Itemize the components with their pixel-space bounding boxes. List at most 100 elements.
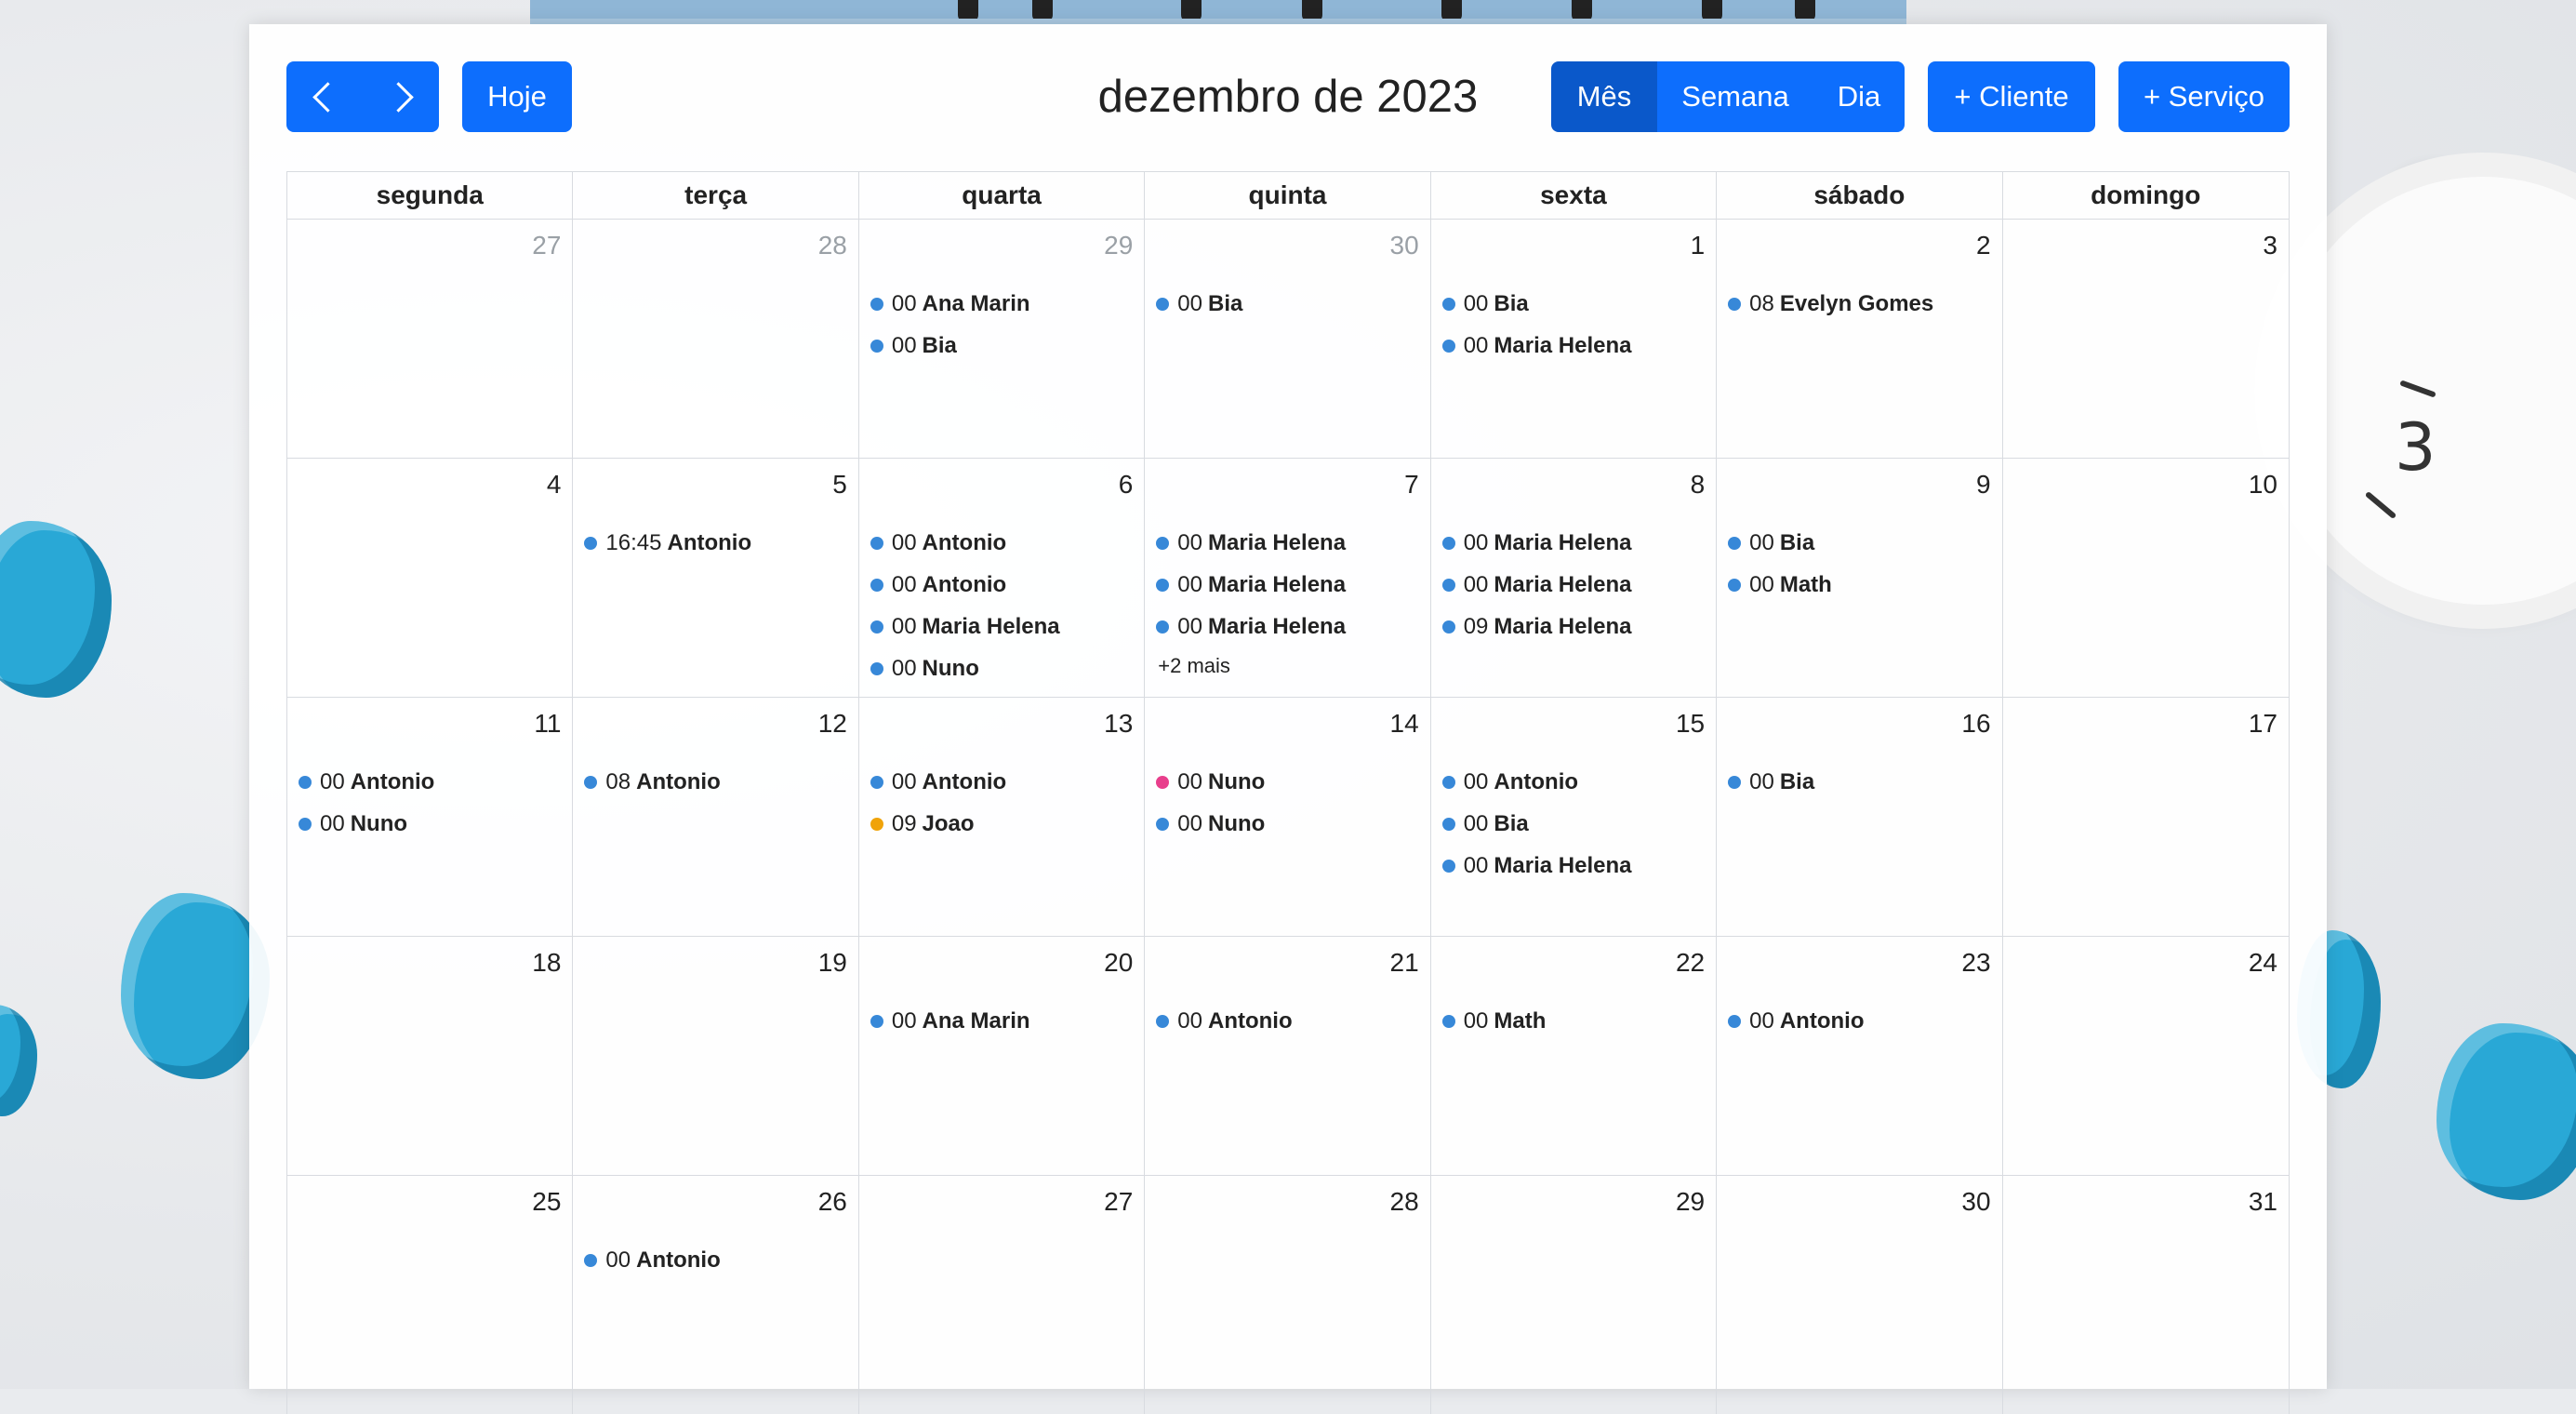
day-cell[interactable]: 28 (573, 220, 859, 458)
day-cell[interactable]: 8 00 Maria Helena 00 Maria Helena 09 Maria Hel… (1431, 459, 1718, 697)
day-cell[interactable]: 5 16:45 Antonio (573, 459, 859, 697)
view-month-button[interactable]: Mês (1551, 61, 1657, 132)
event-item[interactable]: 00 Ana Marin (870, 283, 1138, 325)
day-cell[interactable]: 18 (287, 937, 574, 1175)
day-number[interactable]: 19 (818, 948, 847, 978)
event-item[interactable]: 00 Ana Marin (870, 1000, 1138, 1042)
day-number[interactable]: 28 (1390, 1187, 1419, 1217)
day-number[interactable]: 9 (1976, 470, 1991, 500)
event-item[interactable]: 00 Antonio (299, 761, 566, 803)
event-item[interactable]: 00 Antonio (870, 761, 1138, 803)
event-item[interactable]: 09 Maria Helena (1441, 606, 1710, 647)
day-number[interactable]: 20 (1104, 948, 1133, 978)
event-item[interactable]: 08 Evelyn Gomes (1728, 283, 1996, 325)
day-number[interactable]: 22 (1676, 948, 1705, 978)
view-week-button[interactable]: Semana (1657, 61, 1813, 132)
day-number[interactable]: 24 (2249, 948, 2277, 978)
day-number[interactable]: 7 (1404, 470, 1419, 500)
day-cell[interactable]: 25 (287, 1176, 574, 1414)
day-cell[interactable]: 4 (287, 459, 574, 697)
view-day-button[interactable]: Dia (1813, 61, 1905, 132)
day-cell[interactable]: 17 (2003, 698, 2289, 936)
day-cell[interactable]: 14 00 Nuno 00 Nuno (1145, 698, 1431, 936)
day-cell[interactable]: 13 00 Antonio 09 Joao (859, 698, 1146, 936)
day-cell[interactable]: 27 (287, 220, 574, 458)
event-item[interactable]: 00 Nuno (1156, 803, 1424, 845)
day-cell[interactable]: 26 00 Antonio (573, 1176, 859, 1414)
day-number[interactable]: 12 (818, 709, 847, 739)
day-cell[interactable]: 3 (2003, 220, 2289, 458)
day-number[interactable]: 10 (2249, 470, 2277, 500)
day-number[interactable]: 18 (532, 948, 561, 978)
day-cell[interactable]: 19 (573, 937, 859, 1175)
event-item[interactable]: 00 Bia (1728, 522, 1996, 564)
event-item[interactable]: 00 Nuno (1156, 761, 1424, 803)
event-item[interactable]: 08 Antonio (584, 761, 852, 803)
day-cell[interactable]: 30 00 Bia (1145, 220, 1431, 458)
day-cell[interactable]: 27 (859, 1176, 1146, 1414)
day-cell[interactable]: 24 (2003, 937, 2289, 1175)
day-cell[interactable]: 31 (2003, 1176, 2289, 1414)
today-button[interactable]: Hoje (462, 61, 572, 132)
day-cell[interactable]: 1 00 Bia 00 Maria Helena (1431, 220, 1718, 458)
day-cell[interactable]: 10 (2003, 459, 2289, 697)
event-item[interactable]: 00 Maria Helena (1441, 325, 1710, 367)
day-number[interactable]: 27 (1104, 1187, 1133, 1217)
day-number[interactable]: 29 (1676, 1187, 1705, 1217)
event-item[interactable]: 00 Nuno (870, 647, 1138, 689)
event-item[interactable]: 00 Bia (1728, 761, 1996, 803)
day-number[interactable]: 5 (832, 470, 847, 500)
day-cell[interactable]: 29 00 Ana Marin 00 Bia (859, 220, 1146, 458)
day-number[interactable]: 15 (1676, 709, 1705, 739)
event-item[interactable]: 00 Maria Helena (1156, 606, 1424, 647)
event-item[interactable]: 00 Bia (870, 325, 1138, 367)
event-item[interactable]: 00 Maria Helena (1156, 522, 1424, 564)
event-item[interactable]: 16:45 Antonio (584, 522, 852, 564)
event-item[interactable]: 00 Maria Helena (1441, 522, 1710, 564)
day-cell[interactable]: 9 00 Bia 00 Math (1717, 459, 2003, 697)
day-cell[interactable]: 7 00 Maria Helena 00 Maria Helena 00 Maria Hel… (1145, 459, 1431, 697)
day-number[interactable]: 6 (1119, 470, 1134, 500)
event-item[interactable]: 00 Maria Helena (1156, 564, 1424, 606)
day-number[interactable]: 31 (2249, 1187, 2277, 1217)
day-number[interactable]: 30 (1390, 231, 1419, 260)
day-number[interactable]: 23 (1961, 948, 1990, 978)
day-number[interactable]: 28 (818, 231, 847, 260)
more-events-link[interactable]: +2 mais (1156, 647, 1424, 685)
event-item[interactable]: 00 Bia (1156, 283, 1424, 325)
day-cell[interactable]: 15 00 Antonio 00 Bia 00 Maria Helena (1431, 698, 1718, 936)
day-cell[interactable]: 16 00 Bia (1717, 698, 2003, 936)
event-item[interactable]: 00 Nuno (299, 803, 566, 845)
day-number[interactable]: 1 (1691, 231, 1706, 260)
day-cell[interactable]: 21 00 Antonio (1145, 937, 1431, 1175)
add-service-button[interactable]: + Serviço (2118, 61, 2290, 132)
day-cell[interactable]: 30 (1717, 1176, 2003, 1414)
event-item[interactable]: 00 Maria Helena (870, 606, 1138, 647)
day-number[interactable]: 2 (1976, 231, 1991, 260)
day-number[interactable]: 27 (532, 231, 561, 260)
day-number[interactable]: 16 (1961, 709, 1990, 739)
day-cell[interactable]: 20 00 Ana Marin (859, 937, 1146, 1175)
event-item[interactable]: 00 Bia (1441, 803, 1710, 845)
event-item[interactable]: 00 Maria Helena (1441, 845, 1710, 887)
day-number[interactable]: 3 (2263, 231, 2277, 260)
event-item[interactable]: 00 Antonio (1728, 1000, 1996, 1042)
event-item[interactable]: 00 Math (1441, 1000, 1710, 1042)
day-number[interactable]: 4 (547, 470, 562, 500)
day-number[interactable]: 25 (532, 1187, 561, 1217)
add-client-button[interactable]: + Cliente (1928, 61, 2095, 132)
event-item[interactable]: 00 Antonio (1441, 761, 1710, 803)
day-cell[interactable]: 29 (1431, 1176, 1718, 1414)
day-number[interactable]: 26 (818, 1187, 847, 1217)
event-item[interactable]: 00 Antonio (1156, 1000, 1424, 1042)
day-cell[interactable]: 2 08 Evelyn Gomes (1717, 220, 2003, 458)
day-number[interactable]: 8 (1691, 470, 1706, 500)
day-cell[interactable]: 6 00 Antonio 00 Antonio 00 Maria Helena 00 Nuno (859, 459, 1146, 697)
event-item[interactable]: 00 Antonio (870, 522, 1138, 564)
day-number[interactable]: 30 (1961, 1187, 1990, 1217)
day-cell[interactable]: 22 00 Math (1431, 937, 1718, 1175)
day-number[interactable]: 29 (1104, 231, 1133, 260)
day-cell[interactable]: 28 (1145, 1176, 1431, 1414)
day-cell[interactable]: 11 00 Antonio 00 Nuno (287, 698, 574, 936)
event-item[interactable]: 00 Math (1728, 564, 1996, 606)
